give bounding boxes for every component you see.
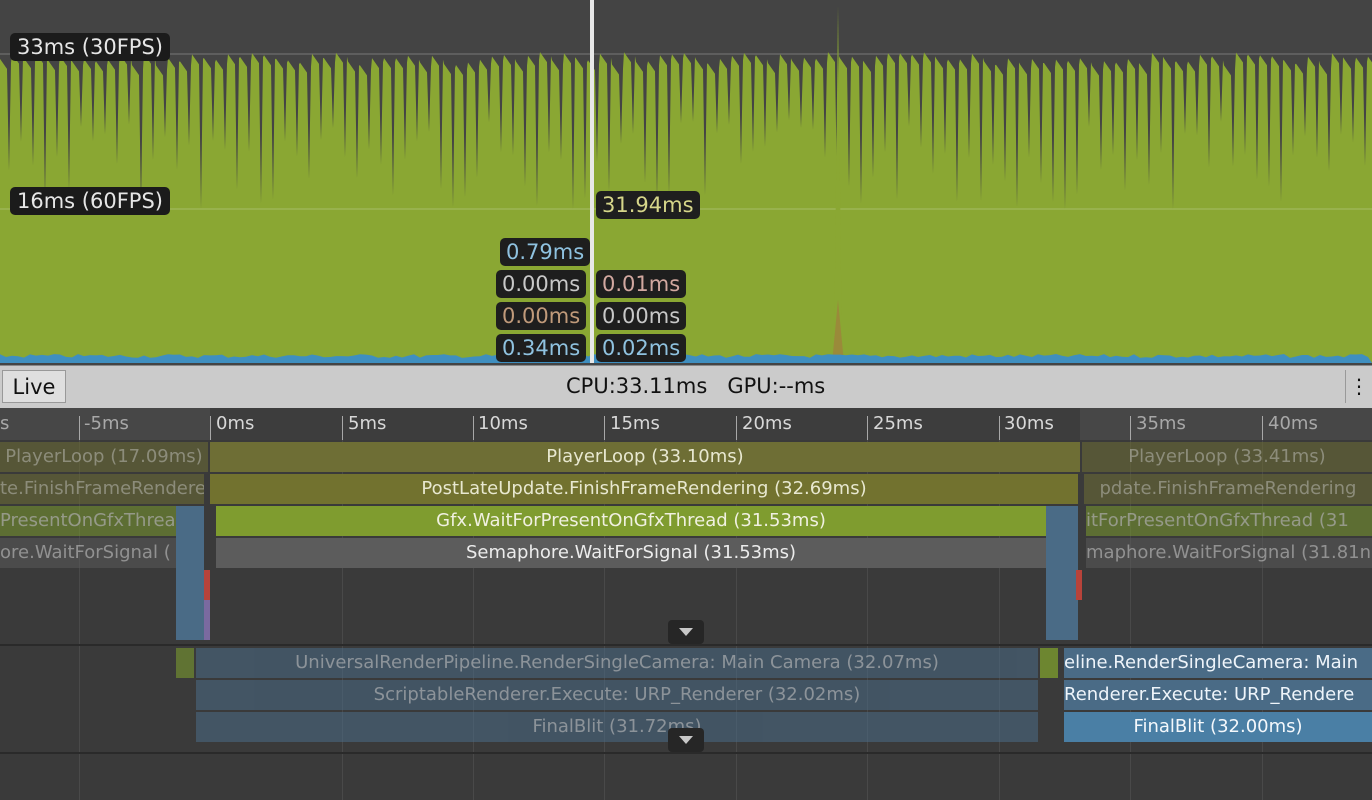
sample-bar-renderer-execute[interactable]: ScriptableRenderer.Execute: URP_Renderer… bbox=[196, 680, 1038, 710]
ref-line-label-30fps: 33ms (30FPS) bbox=[10, 33, 170, 61]
sample-bar-waitforpresent[interactable]: itForPresentOnGfxThread (31 bbox=[1086, 506, 1372, 536]
tick-label: 30ms bbox=[1004, 413, 1054, 434]
ruler-tick bbox=[999, 416, 1000, 440]
tick-label: 10ms bbox=[478, 413, 528, 434]
sample-bar-small[interactable] bbox=[1046, 506, 1078, 640]
ruler-tick bbox=[1262, 416, 1263, 440]
thread-separator bbox=[0, 752, 1372, 754]
collapse-thread-icon[interactable] bbox=[668, 620, 704, 644]
sample-bar-finalblit[interactable]: FinalBlit (32.00ms) bbox=[1064, 712, 1372, 742]
options-menu-icon[interactable]: ⋮ bbox=[1345, 370, 1372, 403]
timeline-view[interactable]: PlayerLoop (17.09ms) PlayerLoop (33.10ms… bbox=[0, 440, 1372, 800]
sample-bar-waitforpresent[interactable]: PresentOnGfxThrea bbox=[0, 506, 176, 536]
tick-label: 40ms bbox=[1268, 413, 1318, 434]
sample-bar-semaphore[interactable]: maphore.WaitForSignal (31.81n bbox=[1086, 538, 1372, 568]
live-toggle-button[interactable]: Live bbox=[2, 370, 66, 403]
sample-bar-semaphore[interactable]: Semaphore.WaitForSignal (31.53ms) bbox=[216, 538, 1046, 568]
ruler-tick bbox=[473, 416, 474, 440]
tick-label: 0ms bbox=[216, 413, 255, 434]
sample-bar-small[interactable] bbox=[1040, 648, 1058, 678]
sample-bar-rendersinglecamera[interactable]: eline.RenderSingleCamera: Main bbox=[1064, 648, 1372, 678]
breakdown-value: 0.02ms bbox=[596, 334, 687, 362]
breakdown-value: 0.00ms bbox=[596, 302, 687, 330]
tick-label: 15ms bbox=[610, 413, 660, 434]
sample-bar-finishframerendering[interactable]: pdate.FinishFrameRendering bbox=[1084, 474, 1372, 504]
ruler-tick bbox=[210, 416, 211, 440]
sample-bar-waitforpresent[interactable]: Gfx.WaitForPresentOnGfxThread (31.53ms) bbox=[216, 506, 1046, 536]
sample-bar-playerloop[interactable]: PlayerLoop (33.10ms) bbox=[210, 442, 1080, 472]
breakdown-value: 0.00ms bbox=[496, 302, 587, 330]
sample-bar-renderer-execute[interactable]: Renderer.Execute: URP_Rendere bbox=[1064, 680, 1372, 710]
breakdown-value: 0.79ms bbox=[500, 238, 591, 266]
frame-status-bar: Live CPU:33.11ms GPU:--ms ⋮ bbox=[0, 365, 1372, 409]
time-ruler[interactable]: s -5ms 0ms 5ms 10ms 15ms 20ms 25ms 30ms … bbox=[0, 408, 1372, 440]
breakdown-value: 0.01ms bbox=[596, 270, 687, 298]
frame-cursor bbox=[590, 0, 594, 363]
sample-bar-playerloop[interactable]: PlayerLoop (33.41ms) bbox=[1082, 442, 1372, 472]
sample-bar-small[interactable] bbox=[1076, 570, 1082, 600]
ruler-tick bbox=[342, 416, 343, 440]
sample-bar-finishframerendering[interactable]: te.FinishFrameRendere bbox=[0, 474, 204, 504]
ref-line-label-60fps: 16ms (60FPS) bbox=[10, 187, 170, 215]
tick-label: 35ms bbox=[1136, 413, 1186, 434]
sample-bar-small[interactable] bbox=[176, 506, 204, 640]
sample-bar-finishframerendering[interactable]: PostLateUpdate.FinishFrameRendering (32.… bbox=[210, 474, 1078, 504]
ruler-tick bbox=[604, 416, 605, 440]
sample-bar-small[interactable] bbox=[204, 570, 210, 600]
collapse-thread-icon[interactable] bbox=[668, 728, 704, 752]
tick-label: 20ms bbox=[742, 413, 792, 434]
sample-bar-small[interactable] bbox=[176, 648, 194, 678]
tick-label: s bbox=[0, 413, 10, 434]
cpu-gpu-frame-time: CPU:33.11ms GPU:--ms bbox=[566, 374, 826, 398]
ruler-tick bbox=[867, 416, 868, 440]
breakdown-value: 0.34ms bbox=[496, 334, 587, 362]
sample-bar-finalblit[interactable]: FinalBlit (31.72ms) bbox=[196, 712, 1038, 742]
ruler-tick bbox=[79, 416, 80, 440]
thread-separator bbox=[0, 644, 1372, 646]
sample-bar-playerloop[interactable]: PlayerLoop (17.09ms) bbox=[0, 442, 208, 472]
ruler-tick bbox=[1130, 416, 1131, 440]
tick-label: 25ms bbox=[873, 413, 923, 434]
tick-label: 5ms bbox=[348, 413, 387, 434]
sample-bar-rendersinglecamera[interactable]: UniversalRenderPipeline.RenderSingleCame… bbox=[196, 648, 1038, 678]
sample-bar-small[interactable] bbox=[204, 600, 210, 640]
cpu-usage-chart[interactable]: 33ms (30FPS) 16ms (60FPS) 31.94ms 0.79ms… bbox=[0, 0, 1372, 365]
ruler-tick bbox=[736, 416, 737, 440]
breakdown-value: 0.00ms bbox=[496, 270, 587, 298]
tick-label: -5ms bbox=[84, 413, 129, 434]
selected-frame-value: 31.94ms bbox=[596, 191, 700, 219]
sample-bar-semaphore[interactable]: ore.WaitForSignal ( bbox=[0, 538, 176, 568]
